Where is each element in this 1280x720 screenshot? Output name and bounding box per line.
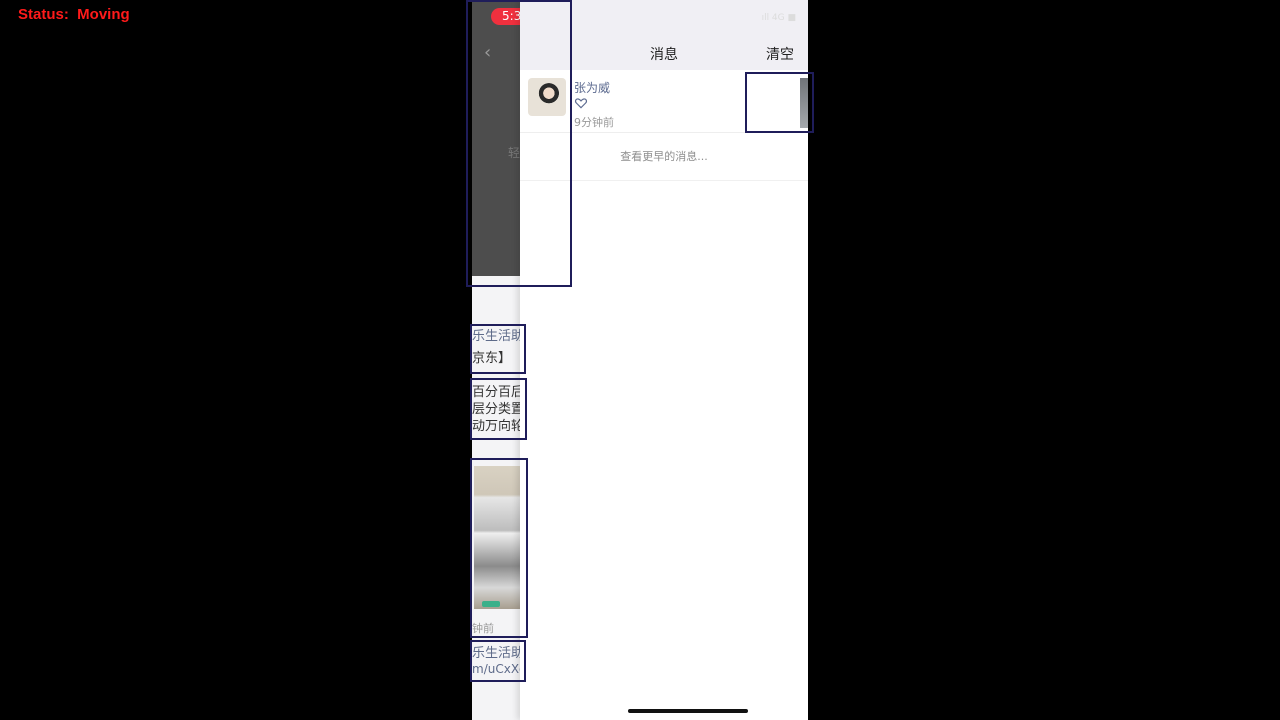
sender-name[interactable]: 张为威 [574,79,610,96]
detection-box [470,458,528,638]
home-indicator[interactable] [628,709,748,713]
status-icons: ıll 4G ■ [761,13,796,23]
detection-box [470,324,526,374]
detection-box [466,0,572,287]
detection-box [745,72,814,133]
detection-box [470,378,527,440]
detection-box [470,640,526,682]
status-overlay: Status: Moving [18,6,130,23]
clear-button[interactable]: 清空 [766,44,794,64]
heart-icon [574,98,588,109]
message-time: 9分钟前 [574,116,614,129]
